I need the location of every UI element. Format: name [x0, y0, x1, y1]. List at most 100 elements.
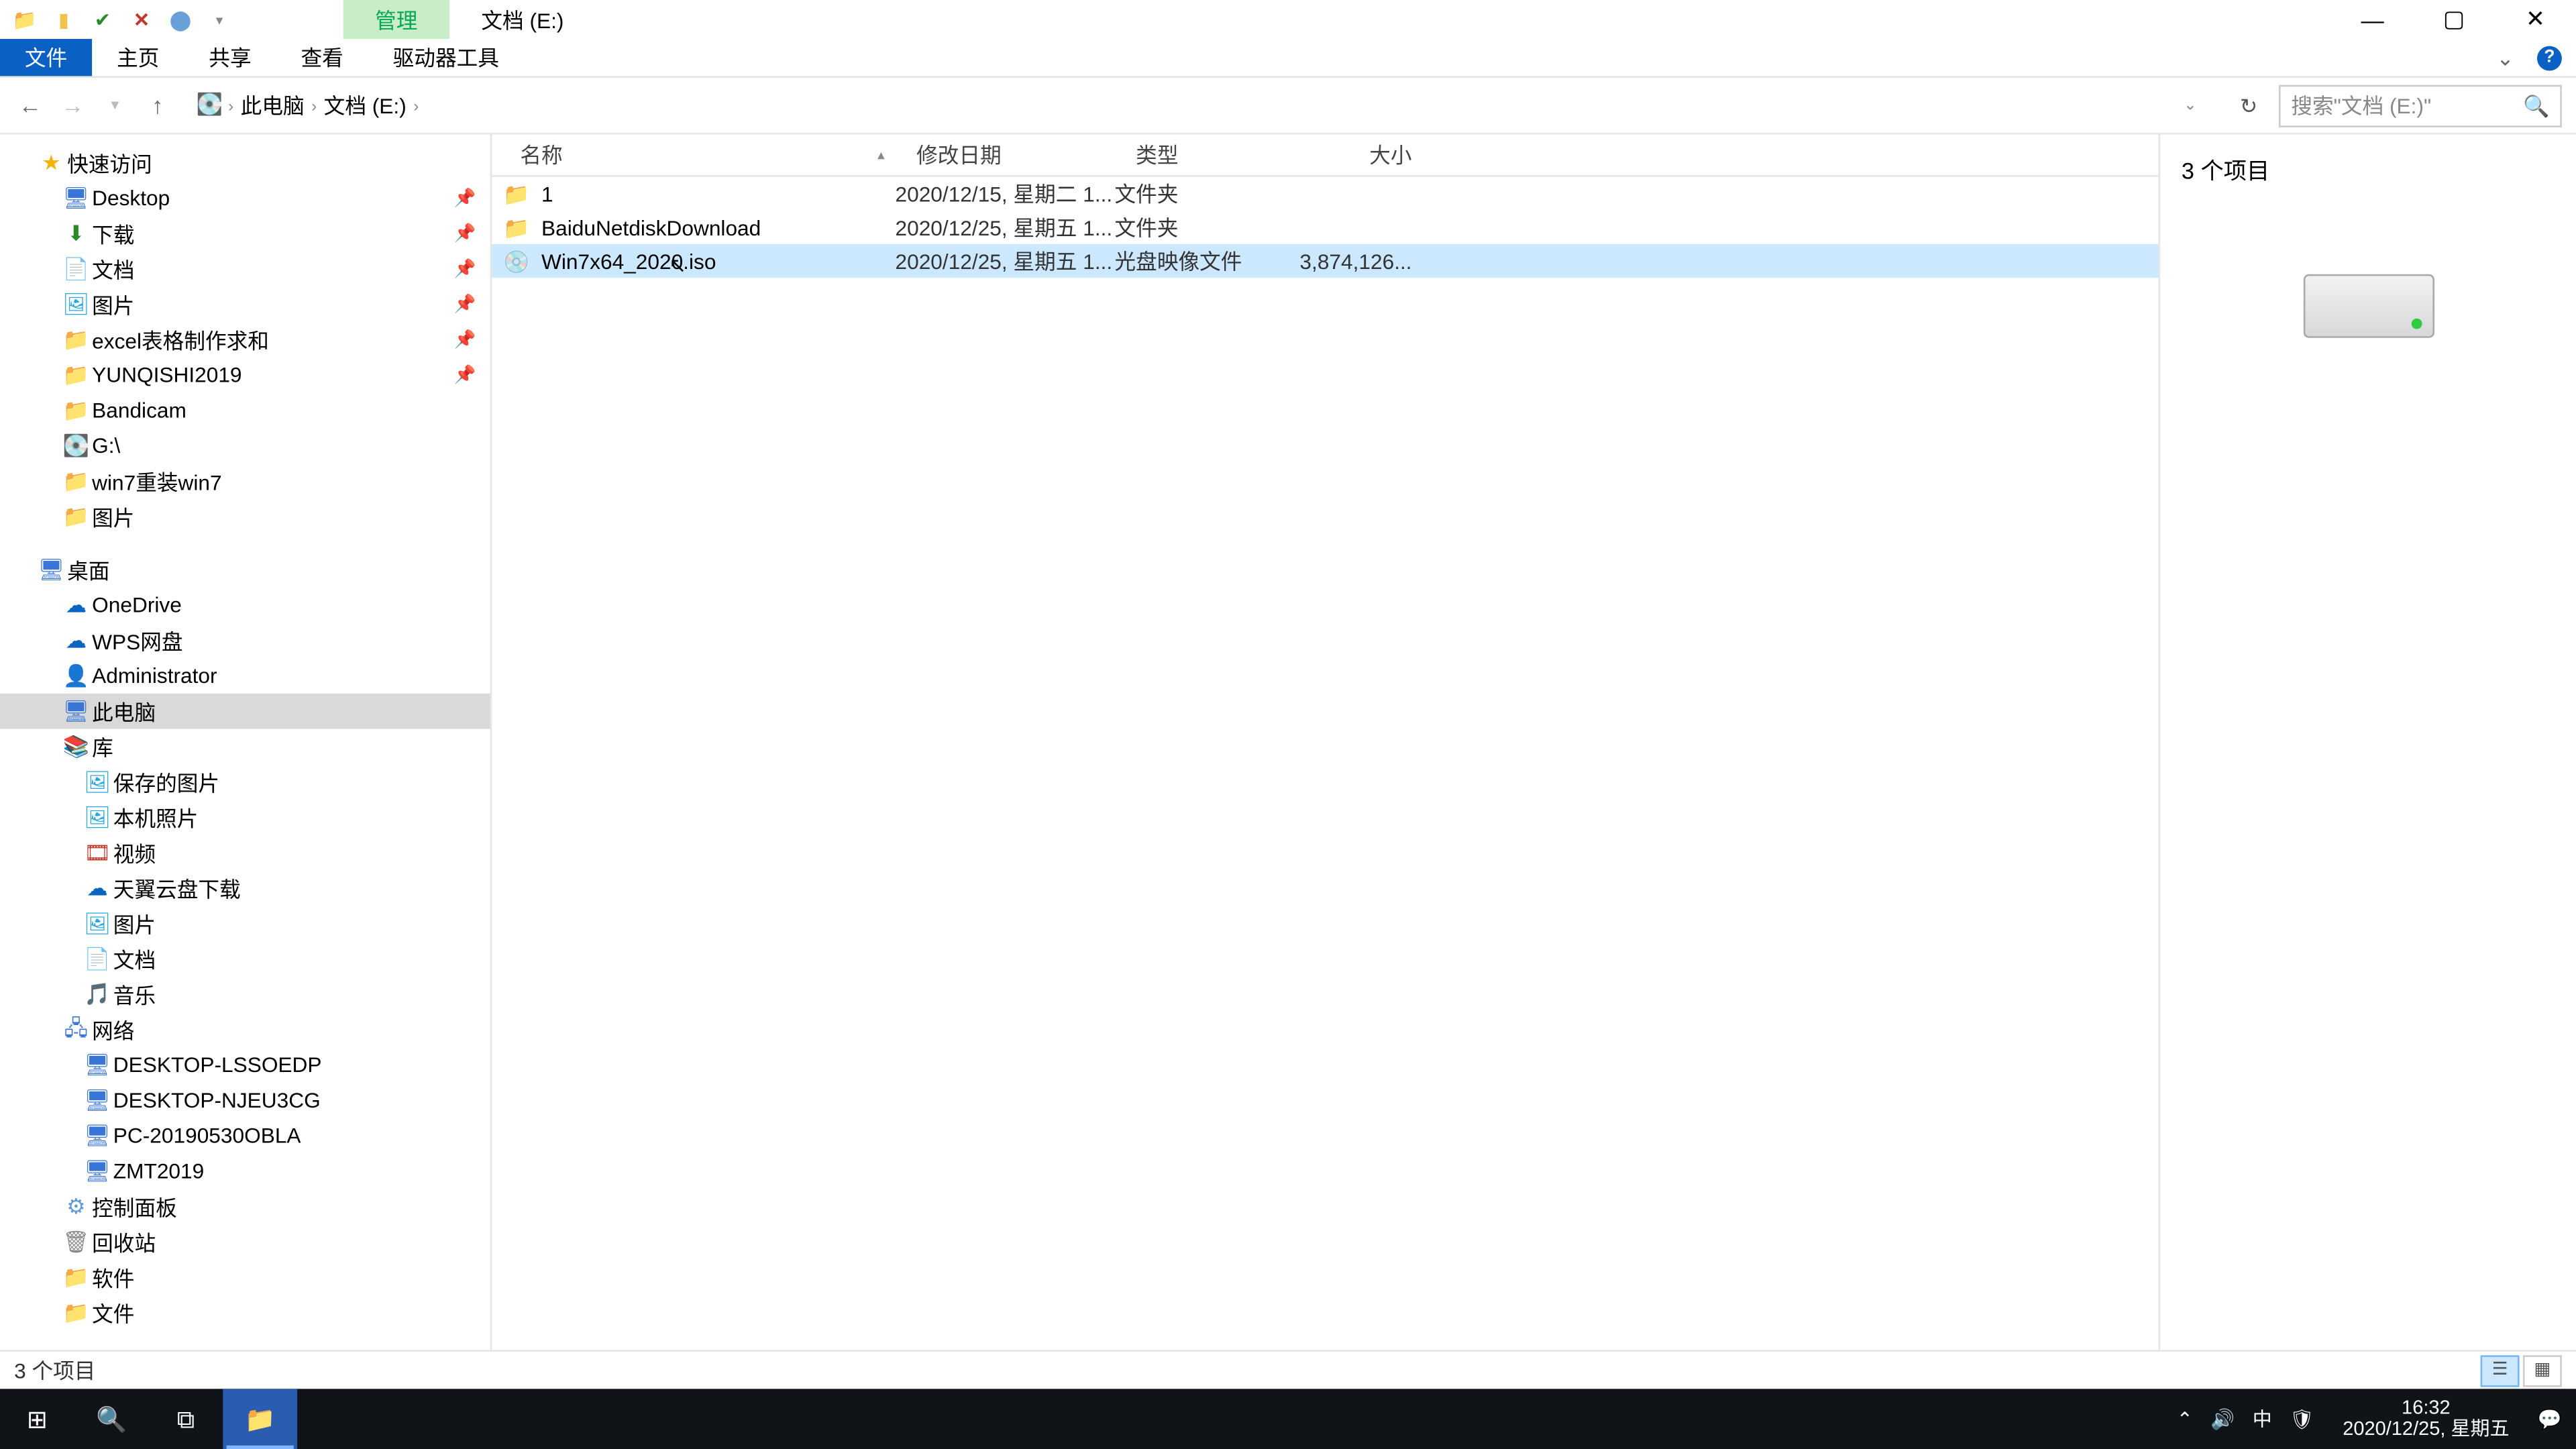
- file-row[interactable]: 📁12020/12/15, 星期二 1...文件夹: [492, 177, 2158, 211]
- tree-documents[interactable]: 📄文档📌: [0, 252, 490, 287]
- video-icon: 🎞: [81, 841, 113, 865]
- nav-forward-button[interactable]: →: [56, 89, 88, 121]
- chevron-right-icon[interactable]: ›: [410, 97, 422, 114]
- tree-lib-pics[interactable]: 🖼图片: [0, 906, 490, 941]
- taskbar-explorer-button[interactable]: 📁: [223, 1389, 297, 1449]
- close-button[interactable]: ✕: [2495, 0, 2576, 39]
- tree-videos[interactable]: 🎞视频: [0, 835, 490, 871]
- contextual-tab-manage[interactable]: 管理: [343, 0, 449, 39]
- tree-admin[interactable]: 👤Administrator: [0, 658, 490, 694]
- qat-open-folder-icon[interactable]: ▮: [50, 5, 78, 34]
- file-list: 名称▴ 修改日期 类型 大小 📁12020/12/15, 星期二 1...文件夹…: [492, 134, 2158, 1350]
- crumb-drive-e[interactable]: 文档 (E:): [320, 91, 410, 121]
- tree-recycle[interactable]: 🗑回收站: [0, 1224, 490, 1260]
- nav-back-button[interactable]: ←: [14, 89, 46, 121]
- list-header: 名称▴ 修改日期 类型 大小: [492, 134, 2158, 176]
- tree-downloads[interactable]: ⬇下载📌: [0, 216, 490, 252]
- qat-properties-icon[interactable]: ✔: [89, 5, 117, 34]
- pc-icon: 🖥: [60, 699, 92, 724]
- file-row[interactable]: 💿Win7x64_2020.iso↖2020/12/25, 星期五 1...光盘…: [492, 244, 2158, 278]
- tree-desktop2[interactable]: 🖥桌面: [0, 552, 490, 588]
- tree-lib-docs[interactable]: 📄文档: [0, 941, 490, 977]
- column-header-name[interactable]: 名称▴: [492, 140, 895, 170]
- file-row[interactable]: 📁BaiduNetdiskDownload2020/12/25, 星期五 1..…: [492, 211, 2158, 244]
- tree-tianyi[interactable]: ☁天翼云盘下载: [0, 871, 490, 906]
- tree-pc-zmt[interactable]: 🖥ZMT2019: [0, 1154, 490, 1189]
- tree-pc-lss[interactable]: 🖥DESKTOP-LSSOEDP: [0, 1047, 490, 1083]
- folder-icon: 📁: [60, 327, 92, 352]
- tree-music[interactable]: 🎵音乐: [0, 977, 490, 1012]
- nav-up-button[interactable]: ↑: [142, 89, 173, 121]
- address-history-dropdown[interactable]: ⌄: [2174, 89, 2206, 121]
- start-button[interactable]: ⊞: [0, 1389, 74, 1449]
- help-icon[interactable]: ?: [2537, 45, 2562, 70]
- ribbon-tab-file[interactable]: 文件: [0, 39, 92, 76]
- chevron-right-icon[interactable]: ›: [308, 97, 320, 114]
- tree-win7[interactable]: 📁win7重装win7: [0, 464, 490, 499]
- qat-delete-icon[interactable]: ✕: [127, 5, 156, 34]
- qat-dropdown-icon[interactable]: ▾: [205, 5, 233, 34]
- tree-pictures[interactable]: 🖼图片📌: [0, 286, 490, 322]
- tray-clock[interactable]: 16:32 2020/12/25, 星期五: [2332, 1397, 2520, 1440]
- tree-gdrive[interactable]: 💽G:\: [0, 428, 490, 464]
- taskbar-search-button[interactable]: 🔍: [74, 1389, 149, 1449]
- tree-files[interactable]: 📁文件: [0, 1295, 490, 1331]
- ribbon-tab-view[interactable]: 查看: [276, 39, 368, 76]
- column-header-size[interactable]: 大小: [1291, 140, 1433, 170]
- search-icon[interactable]: 🔍: [2523, 93, 2549, 117]
- tree-excel[interactable]: 📁excel表格制作求和📌: [0, 322, 490, 358]
- tree-pictures2[interactable]: 📁图片: [0, 499, 490, 535]
- refresh-button[interactable]: ↻: [2229, 93, 2268, 117]
- tree-yunqishi[interactable]: 📁YUNQISHI2019📌: [0, 358, 490, 393]
- titlebar: 📁 ▮ ✔ ✕ ⬤ ▾ 管理 文档 (E:) — ▢ ✕: [0, 0, 2576, 39]
- tray-overflow-icon[interactable]: ⌃: [2177, 1407, 2193, 1430]
- tree-pc-obla[interactable]: 🖥PC-20190530OBLA: [0, 1118, 490, 1154]
- ribbon-tab-drive-tools[interactable]: 驱动器工具: [368, 39, 524, 76]
- tray-security-icon[interactable]: 🛡: [2290, 1407, 2314, 1430]
- download-icon: ⬇: [60, 221, 92, 246]
- tree-desktop[interactable]: 🖥Desktop📌: [0, 180, 490, 216]
- tree-network[interactable]: 🖧网络: [0, 1012, 490, 1048]
- title-context-tabs: 管理 文档 (E:): [343, 0, 596, 39]
- action-center-icon[interactable]: 💬: [2538, 1407, 2562, 1430]
- view-details-button[interactable]: ☰: [2481, 1354, 2520, 1386]
- chevron-right-icon[interactable]: ›: [225, 97, 237, 114]
- pin-icon: 📌: [454, 189, 476, 208]
- folder-icon: 📁: [60, 398, 92, 423]
- ribbon-tab-share[interactable]: 共享: [184, 39, 276, 76]
- nav-recent-dropdown[interactable]: ▾: [99, 89, 131, 121]
- navigation-tree[interactable]: ★快速访问 🖥Desktop📌 ⬇下载📌 📄文档📌 🖼图片📌 📁excel表格制…: [0, 134, 492, 1350]
- tree-saved-pics[interactable]: 🖼保存的图片: [0, 764, 490, 800]
- tree-bandicam[interactable]: 📁Bandicam: [0, 392, 490, 428]
- maximize-button[interactable]: ▢: [2413, 0, 2494, 39]
- tree-camera-roll[interactable]: 🖼本机照片: [0, 800, 490, 835]
- view-icons-button[interactable]: ▦: [2523, 1354, 2562, 1386]
- search-input[interactable]: 搜索"文档 (E:)" 🔍: [2279, 84, 2562, 126]
- tree-this-pc[interactable]: 🖥此电脑: [0, 694, 490, 729]
- address-breadcrumb[interactable]: 💽 › 此电脑 › 文档 (E:) › ⌄: [184, 84, 2218, 126]
- tray-volume-icon[interactable]: 🔊: [2210, 1407, 2235, 1430]
- tree-control-panel[interactable]: ⚙控制面板: [0, 1189, 490, 1224]
- crumb-this-pc[interactable]: 此电脑: [237, 91, 308, 121]
- tree-wps[interactable]: ☁WPS网盘: [0, 623, 490, 658]
- file-date: 2020/12/15, 星期二 1...: [896, 178, 1115, 209]
- ribbon-tab-home[interactable]: 主页: [92, 39, 184, 76]
- column-header-type[interactable]: 类型: [1115, 140, 1292, 170]
- ribbon-expand-icon[interactable]: ⌄: [2491, 44, 2519, 72]
- task-view-button[interactable]: ⧉: [149, 1389, 223, 1449]
- minimize-button[interactable]: —: [2332, 0, 2413, 39]
- tree-soft[interactable]: 📁软件: [0, 1260, 490, 1295]
- mouse-cursor-icon: ↖: [669, 252, 687, 274]
- body: ★快速访问 🖥Desktop📌 ⬇下载📌 📄文档📌 🖼图片📌 📁excel表格制…: [0, 134, 2576, 1350]
- folder-icon: 📁: [492, 215, 541, 239]
- tree-onedrive[interactable]: ☁OneDrive: [0, 588, 490, 623]
- column-header-date[interactable]: 修改日期: [896, 140, 1115, 170]
- pictures-icon: 🖼: [81, 911, 113, 936]
- tree-libraries[interactable]: 📚库: [0, 729, 490, 765]
- qat-new-icon[interactable]: ⬤: [166, 5, 195, 34]
- status-bar: 3 个项目 ☰ ▦: [0, 1350, 2576, 1389]
- tree-quick-access[interactable]: ★快速访问: [0, 145, 490, 180]
- tree-pc-nje[interactable]: 🖥DESKTOP-NJEU3CG: [0, 1083, 490, 1118]
- file-rows: 📁12020/12/15, 星期二 1...文件夹📁BaiduNetdiskDo…: [492, 177, 2158, 1350]
- tray-ime-indicator[interactable]: 中: [2253, 1405, 2272, 1433]
